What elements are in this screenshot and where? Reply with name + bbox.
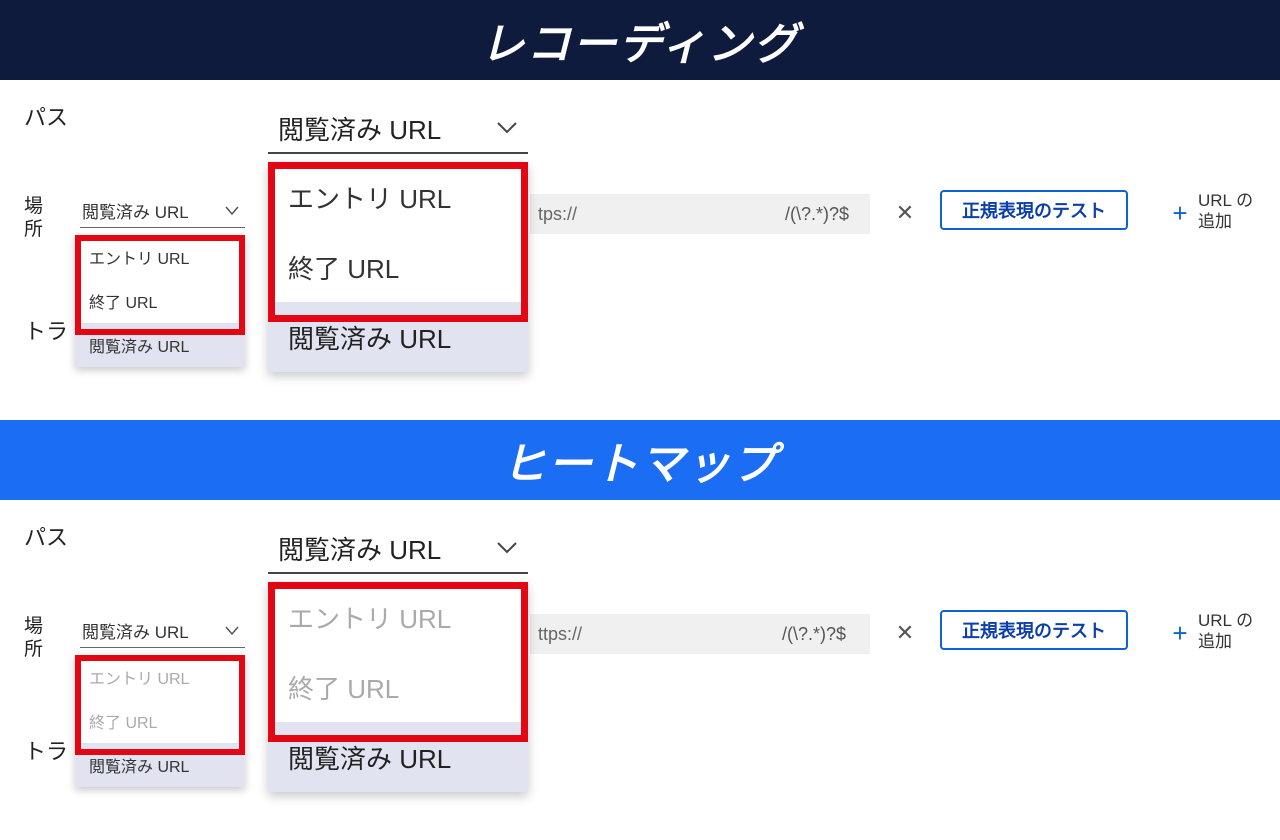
tracking-label: トラ [24,314,68,346]
dropdown-option-visited[interactable]: 閲覧済み URL [268,722,528,792]
add-url-button[interactable]: + [1168,198,1192,229]
url-suffix: /(\?.*)?$ [775,204,859,225]
place-label: 場 所 [24,616,64,662]
url-pattern-input[interactable]: tps:// /(\?.*)?$ [530,194,870,234]
path-url-type-select[interactable]: 閲覧済み URL [268,530,528,574]
add-url-button[interactable]: + [1168,618,1192,649]
place-url-type-select[interactable]: 閲覧済み URL [80,198,245,228]
banner-recording: レコーディング [0,0,1280,80]
url-domain-mask [590,614,772,654]
url-domain-mask [585,194,775,234]
chevron-down-icon [225,626,239,636]
path-url-type-select[interactable]: 閲覧済み URL [268,110,528,154]
test-regex-label: 正規表現のテスト [962,197,1106,223]
banner-recording-text: レコーディング [481,8,800,72]
plus-icon: + [1172,198,1187,228]
test-regex-button[interactable]: 正規表現のテスト [940,610,1128,650]
chevron-down-icon [225,206,239,216]
dropdown-option-entry: エントリ URL [75,655,245,699]
clear-url-button[interactable]: ✕ [891,620,919,646]
url-prefix: tps:// [530,204,585,225]
chevron-down-icon [496,541,518,555]
section-recording: パス 閲覧済み URL 場 所 閲覧済み URL tps:// /(\?.*)?… [0,80,1280,420]
dropdown-option-exit: 終了 URL [75,699,245,743]
banner-heatmap-text: ヒートマップ [502,428,778,492]
path-label: パス [24,100,68,132]
tracking-label: トラ [24,734,68,766]
dropdown-option-exit[interactable]: 終了 URL [75,279,245,323]
plus-icon: + [1172,618,1187,648]
test-regex-label: 正規表現のテスト [962,617,1106,643]
path-dropdown-popup: エントリ URL 終了 URL 閲覧済み URL [268,162,528,372]
path-label: パス [24,520,68,552]
dropdown-option-exit[interactable]: 終了 URL [268,232,528,302]
section-heatmap: パス 閲覧済み URL 場 所 閲覧済み URL ttps:// /(\?.*)… [0,500,1280,840]
dropdown-option-visited[interactable]: 閲覧済み URL [75,323,245,367]
dropdown-option-entry[interactable]: エントリ URL [268,162,528,232]
clear-url-button[interactable]: ✕ [891,200,919,226]
dropdown-option-exit: 終了 URL [268,652,528,722]
place-label: 場 所 [24,196,64,242]
url-suffix: /(\?.*)?$ [772,624,856,645]
place-url-type-select[interactable]: 閲覧済み URL [80,618,245,648]
banner-heatmap: ヒートマップ [0,420,1280,500]
place-dropdown-popup: エントリ URL 終了 URL 閲覧済み URL [75,235,245,367]
add-url-label: URL の 追加 [1198,190,1253,233]
close-icon: ✕ [896,620,914,645]
place-url-type-value: 閲覧済み URL [82,618,189,643]
chevron-down-icon [496,121,518,135]
place-url-type-value: 閲覧済み URL [82,198,189,223]
close-icon: ✕ [896,200,914,225]
path-url-type-value: 閲覧済み URL [278,530,441,567]
dropdown-option-visited[interactable]: 閲覧済み URL [268,302,528,372]
add-url-label: URL の 追加 [1198,610,1253,653]
test-regex-button[interactable]: 正規表現のテスト [940,190,1128,230]
dropdown-option-entry: エントリ URL [268,582,528,652]
place-dropdown-popup: エントリ URL 終了 URL 閲覧済み URL [75,655,245,787]
dropdown-option-visited[interactable]: 閲覧済み URL [75,743,245,787]
path-url-type-value: 閲覧済み URL [278,110,441,147]
url-pattern-input[interactable]: ttps:// /(\?.*)?$ [530,614,870,654]
url-prefix: ttps:// [530,624,590,645]
path-dropdown-popup: エントリ URL 終了 URL 閲覧済み URL [268,582,528,792]
dropdown-option-entry[interactable]: エントリ URL [75,235,245,279]
